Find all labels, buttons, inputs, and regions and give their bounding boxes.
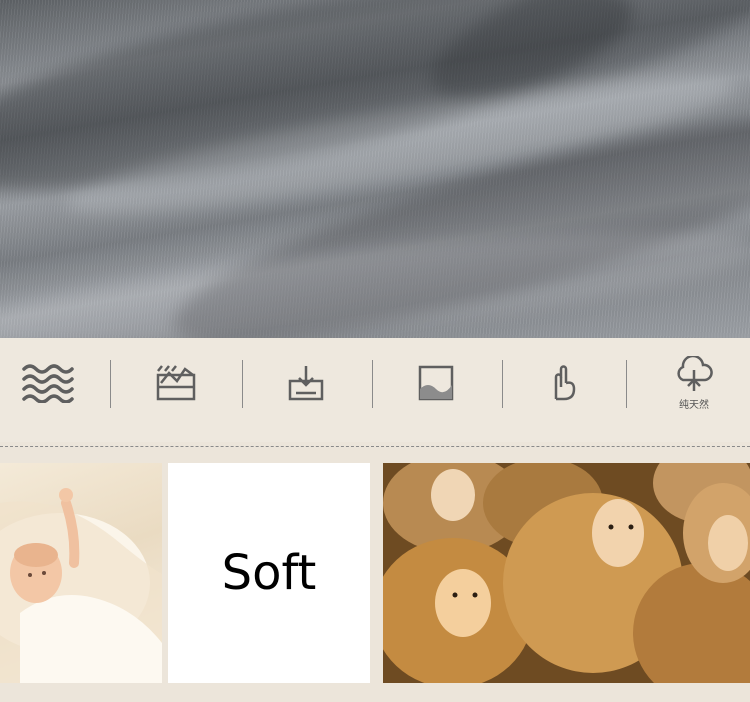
feature-stretch xyxy=(126,338,226,428)
feature-waves xyxy=(0,338,98,428)
feature-touch xyxy=(514,338,614,428)
frame-landscape-icon xyxy=(418,365,454,401)
waves-icon xyxy=(22,364,74,403)
tree-icon xyxy=(677,355,713,391)
download-tray-icon xyxy=(288,366,324,401)
feature-icon-bar: 纯天然 xyxy=(0,338,750,442)
soft-panel: Soft xyxy=(168,463,370,683)
feature-texture xyxy=(386,338,486,428)
soft-label: Soft xyxy=(221,545,317,601)
dashed-divider xyxy=(0,446,750,447)
feature-absorb xyxy=(256,338,356,428)
natural-caption: 纯天然 xyxy=(679,399,709,411)
hand-icon xyxy=(554,365,576,401)
feature-natural: 纯天然 xyxy=(644,338,744,428)
sheep-photo xyxy=(383,463,750,683)
fabric-hero-image xyxy=(0,0,750,338)
stretch-icon xyxy=(156,365,196,401)
baby-photo xyxy=(0,463,162,683)
